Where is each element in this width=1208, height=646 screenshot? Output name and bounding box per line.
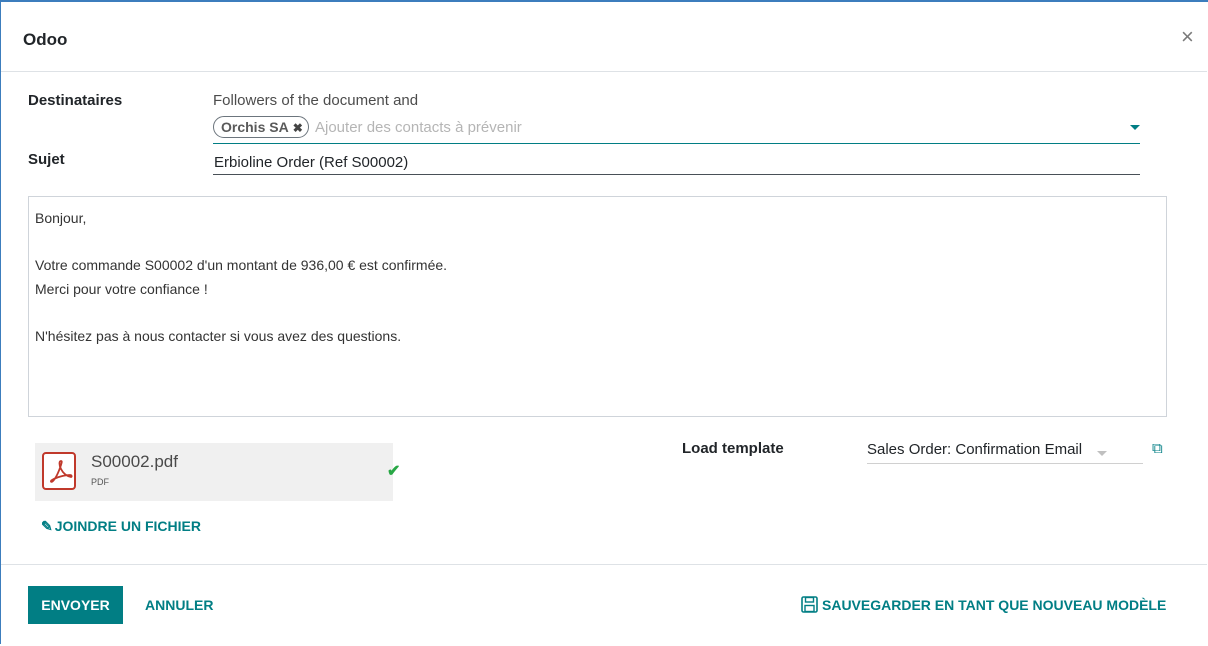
recipients-label: Destinataires <box>28 92 123 109</box>
template-select[interactable]: Sales Order: Confirmation Email <box>867 440 1143 464</box>
body-line <box>35 301 1160 325</box>
subject-input[interactable] <box>213 147 1140 175</box>
save-as-template-label: SAUVEGARDER EN TANT QUE NOUVEAU MODÈLE <box>822 597 1167 613</box>
attachment-card[interactable]: S00002.pdf PDF ✔ <box>35 443 400 501</box>
dialog-header: Odoo × <box>1 2 1207 72</box>
dialog-title: Odoo <box>23 30 68 49</box>
cancel-button[interactable]: ANNULER <box>145 597 213 613</box>
pdf-file-icon <box>42 452 76 490</box>
attachment-file-name: S00002.pdf <box>91 452 178 471</box>
dialog-footer: ENVOYER ANNULER SAUVEGARDER EN TANT QUE … <box>1 564 1207 646</box>
remove-tag-icon[interactable]: ✖ <box>293 121 303 135</box>
load-template-label: Load template <box>682 440 784 457</box>
recipient-tag-label: Orchis SA <box>221 119 289 135</box>
close-icon[interactable]: × <box>1181 24 1194 50</box>
recipients-field[interactable]: Orchis SA ✖ <box>213 116 1140 144</box>
followers-text: Followers of the document and <box>213 92 419 109</box>
recipient-tag: Orchis SA ✖ <box>213 116 309 138</box>
body-line: Votre commande S00002 d'un montant de 93… <box>35 257 448 273</box>
message-body-editor[interactable]: Bonjour, Votre commande S00002 d'un mont… <box>28 196 1167 417</box>
body-line: Merci pour votre confiance ! <box>35 280 208 297</box>
attach-file-link[interactable]: ✎ JOINDRE UN FICHIER <box>41 518 201 535</box>
save-as-template-button[interactable]: SAUVEGARDER EN TANT QUE NOUVEAU MODÈLE <box>801 596 1166 613</box>
body-line: N'hésitez pas à nous contacter si vous a… <box>35 327 402 344</box>
body-line <box>35 231 1160 255</box>
check-icon: ✔ <box>387 463 401 480</box>
body-line: Bonjour, <box>35 210 87 226</box>
attachment-file-type: PDF <box>91 477 109 487</box>
paperclip-icon: ✎ <box>41 518 53 534</box>
floppy-disk-icon <box>801 596 818 613</box>
template-caret-icon[interactable] <box>1097 451 1107 456</box>
attach-file-label: JOINDRE UN FICHIER <box>54 518 201 534</box>
dropdown-caret-icon[interactable] <box>1130 125 1140 130</box>
send-button[interactable]: ENVOYER <box>28 586 123 624</box>
subject-label: Sujet <box>28 151 65 168</box>
mail-compose-dialog: Odoo × Destinataires Followers of the do… <box>0 0 1208 644</box>
recipients-input[interactable] <box>315 116 1095 138</box>
template-selected-value: Sales Order: Confirmation Email <box>867 441 1083 458</box>
external-link-icon[interactable]: ⧉ <box>1152 440 1163 457</box>
